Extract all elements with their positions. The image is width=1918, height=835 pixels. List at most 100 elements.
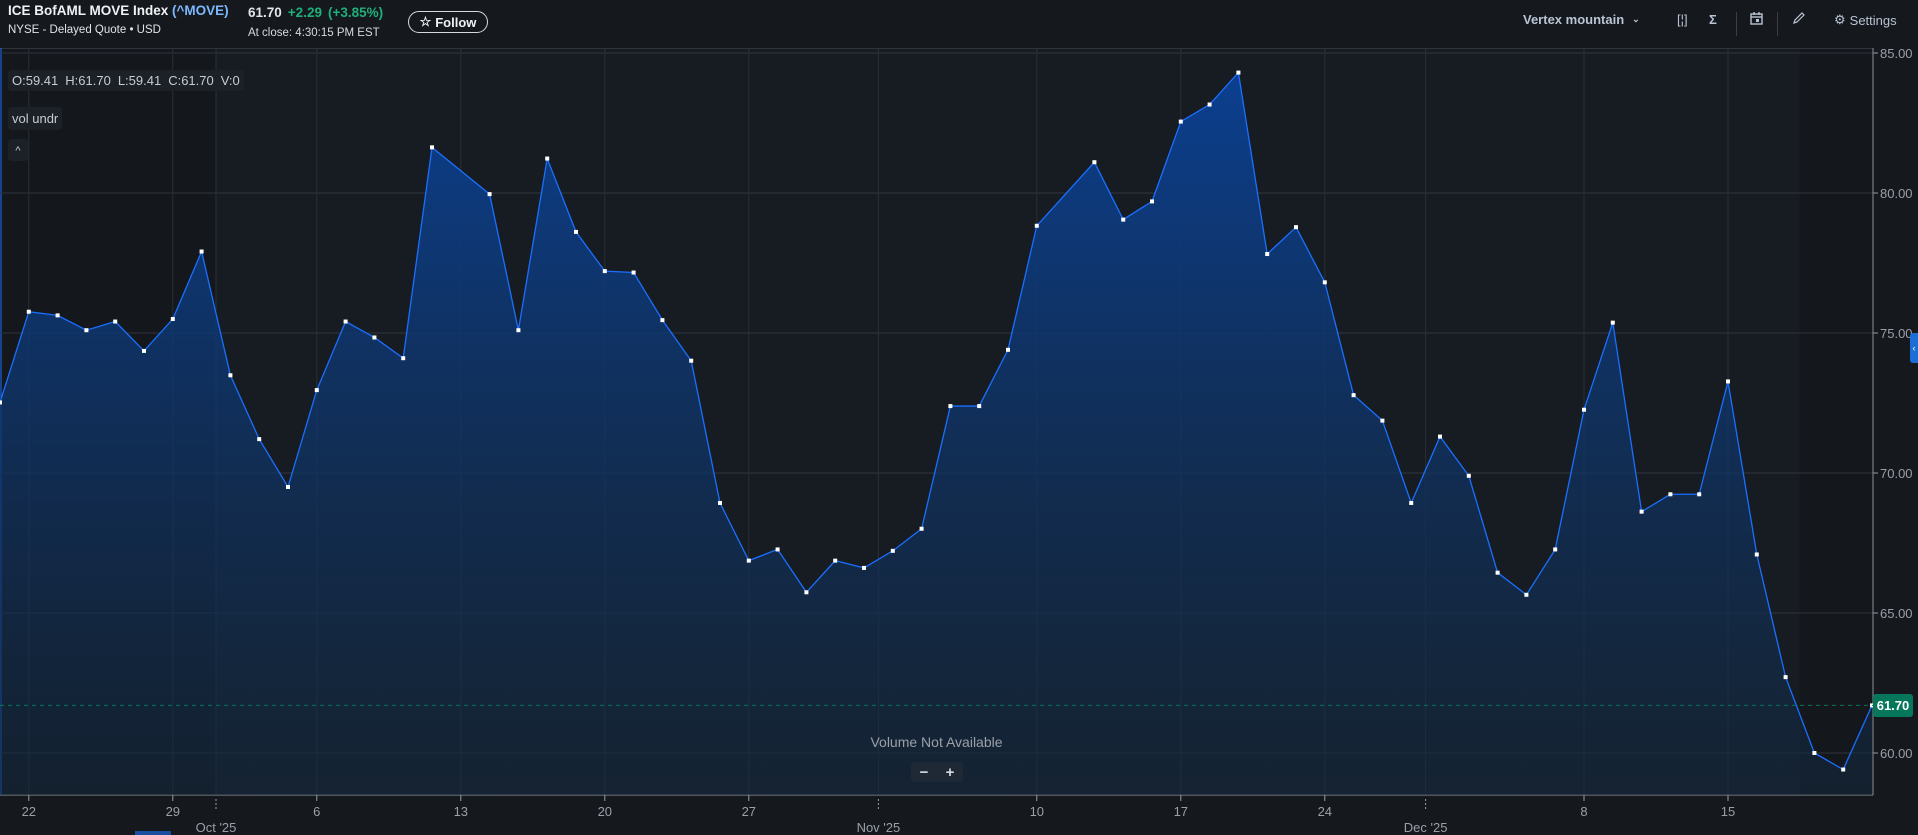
data-point: [113, 319, 118, 324]
date-range-button[interactable]: [1750, 12, 1763, 25]
follow-button[interactable]: ☆ Follow: [408, 11, 488, 33]
draw-button[interactable]: [1792, 12, 1805, 25]
data-point: [1754, 552, 1759, 557]
price-change: +2.29: [287, 5, 322, 20]
last-price: 61.70: [248, 5, 282, 20]
data-point: [1726, 379, 1730, 384]
indicators-sigma-icon: Σ: [1709, 12, 1717, 27]
data-point: [977, 404, 982, 409]
range-indicator: [135, 831, 171, 835]
data-point: [746, 558, 751, 563]
data-point: [775, 547, 780, 552]
y-tick-label: 60.00: [1880, 746, 1913, 761]
ticker-symbol: (^MOVE): [172, 3, 229, 18]
data-point: [1322, 280, 1327, 285]
data-point: [1178, 119, 1183, 124]
zoom-out-button[interactable]: −: [920, 764, 929, 781]
data-point: [833, 558, 838, 563]
open-value: O:59.41: [12, 73, 59, 88]
data-point: [1553, 547, 1558, 552]
x-tick-label: 17: [1174, 804, 1188, 819]
x-tick-label: 6: [313, 804, 320, 819]
data-point: [1697, 492, 1702, 497]
x-tick-label: 13: [454, 804, 468, 819]
data-point: [602, 269, 607, 274]
data-point: [516, 328, 521, 333]
data-point: [1812, 751, 1817, 755]
x-tick-label: 27: [742, 804, 756, 819]
price-block: 61.70 +2.29 (+3.85%): [248, 5, 383, 20]
chart-type-label: Vertex mountain: [1523, 12, 1625, 27]
data-point: [948, 404, 953, 409]
last-price-label: 61.70: [1873, 694, 1913, 718]
data-point: [1380, 418, 1385, 423]
data-point: [1610, 320, 1615, 325]
data-point: [401, 356, 406, 361]
data-point: [343, 319, 348, 324]
data-point: [1495, 570, 1500, 575]
data-point: [314, 388, 319, 393]
y-tick-label: 65.00: [1880, 606, 1913, 621]
index-name: ICE BofAML MOVE Index: [8, 3, 169, 18]
data-point: [919, 526, 924, 531]
x-tick-label: 24: [1318, 804, 1332, 819]
data-point: [1150, 199, 1154, 204]
data-point: [1207, 102, 1212, 107]
data-point: [804, 590, 809, 595]
toolbar-divider: [1736, 12, 1737, 36]
chevron-up-icon: ^: [15, 145, 21, 157]
data-point: [545, 156, 550, 161]
data-point: [1236, 70, 1241, 75]
compare-bracket-icon: [¦]: [1677, 12, 1688, 27]
y-tick-label: 75.00: [1880, 326, 1913, 341]
x-tick-label: 20: [598, 804, 612, 819]
high-value: H:61.70: [65, 73, 111, 88]
data-point: [1006, 347, 1010, 352]
data-point: [487, 192, 492, 197]
data-point: [1034, 223, 1039, 228]
close-time: At close: 4:30:15 PM EST: [248, 27, 380, 39]
data-point: [718, 500, 722, 505]
ohlc-legend: O:59.41 H:61.70 L:59.41 C:61.70 V:0: [8, 70, 244, 91]
study-label[interactable]: vol undr: [8, 107, 63, 130]
quote-subtitle: NYSE - Delayed Quote • USD: [8, 24, 161, 36]
price-chart[interactable]: 85.00 80.00 75.00 70.00 65.00 60.00 22 29 6 13 20 2…: [0, 48, 1918, 835]
data-point: [1466, 473, 1471, 478]
settings-button[interactable]: ⚙ Settings: [1834, 12, 1897, 28]
data-point: [430, 145, 434, 150]
data-point: [1668, 492, 1673, 497]
volume-not-available: Volume Not Available: [870, 734, 1003, 750]
data-point: [0, 400, 2, 405]
star-icon: ☆: [419, 14, 432, 29]
gear-icon: ⚙: [1834, 12, 1846, 27]
data-point: [286, 485, 290, 489]
data-point: [689, 358, 694, 363]
indicators-button[interactable]: Σ: [1709, 12, 1717, 27]
zoom-in-button[interactable]: +: [946, 764, 955, 781]
chart-type-dropdown[interactable]: Vertex mountain ⌄: [1523, 12, 1640, 27]
compare-button[interactable]: [¦]: [1677, 12, 1688, 27]
month-label: Nov '25: [857, 820, 901, 835]
month-label: Dec '25: [1404, 820, 1448, 835]
data-point: [84, 328, 89, 333]
x-tick-label: 8: [1580, 804, 1587, 819]
data-point: [631, 270, 636, 275]
quote-header: ICE BofAML MOVE Index (^MOVE) NYSE - Del…: [0, 0, 1918, 48]
settings-label: Settings: [1849, 12, 1897, 28]
zoom-controls: − +: [911, 762, 963, 782]
volume-value: V:0: [220, 73, 240, 88]
chevron-left-icon: ‹: [1912, 343, 1916, 353]
data-point: [257, 437, 262, 442]
y-tick-label: 85.00: [1880, 48, 1913, 61]
collapse-legend-button[interactable]: ^: [8, 139, 28, 161]
side-panel-toggle[interactable]: ‹: [1910, 333, 1918, 363]
toolbar-divider: [1777, 12, 1778, 36]
data-point: [55, 313, 60, 318]
data-point: [372, 335, 377, 340]
data-point: [170, 317, 175, 321]
data-point: [890, 548, 895, 553]
data-point: [574, 229, 578, 234]
data-point: [1639, 509, 1644, 514]
close-value: C:61.70: [168, 73, 214, 88]
x-tick-label: 22: [22, 804, 36, 819]
